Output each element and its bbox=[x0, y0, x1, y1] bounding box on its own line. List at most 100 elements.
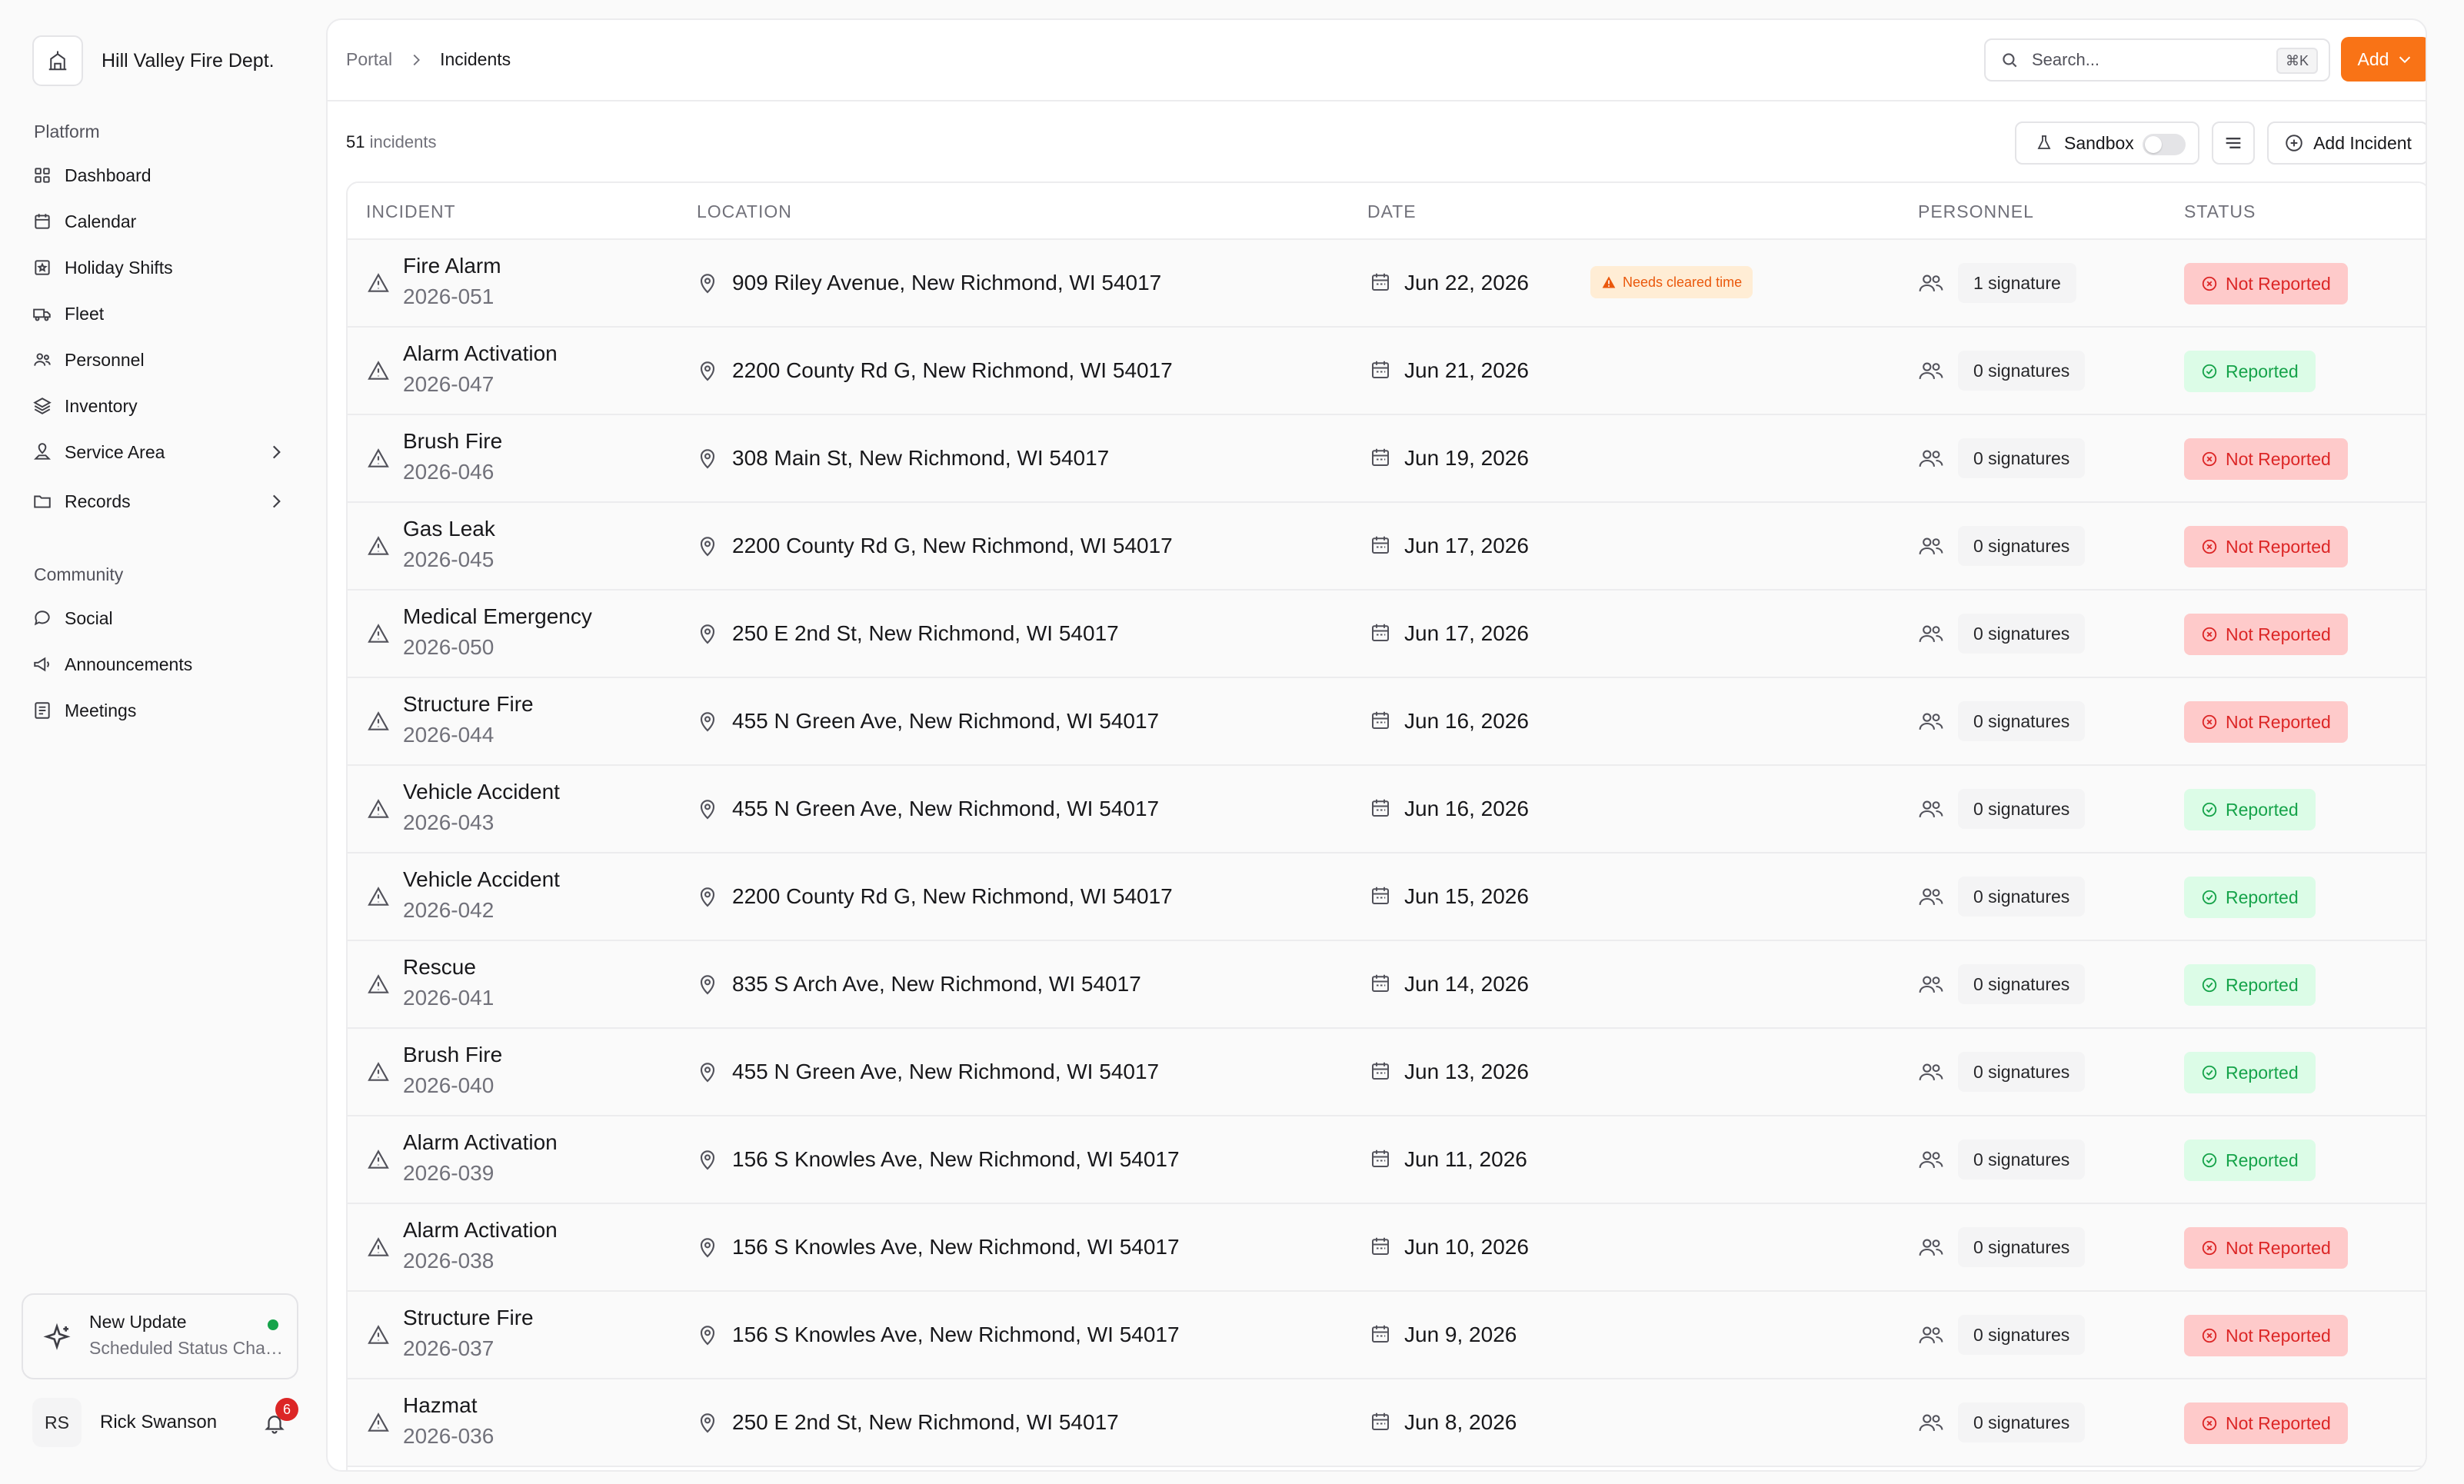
chevron-right-icon bbox=[413, 54, 421, 65]
user-profile[interactable]: RS Rick Swanson 6 bbox=[32, 1398, 301, 1447]
users-icon bbox=[1918, 360, 1944, 383]
table-row[interactable]: Structure Fire 2026-037 156 S Knowles Ave,… bbox=[348, 1292, 2426, 1379]
map-pin-icon bbox=[695, 621, 720, 646]
sidebar-item-meetings[interactable]: Meetings bbox=[32, 690, 291, 730]
incident-date: Jun 17, 2026 bbox=[1404, 621, 1529, 645]
add-incident-label: Add Incident bbox=[2313, 132, 2412, 153]
column-header-personnel[interactable]: PERSONNEL bbox=[1918, 201, 2034, 222]
sandbox-toggle[interactable]: Sandbox bbox=[2015, 121, 2199, 165]
map-pin-icon bbox=[695, 446, 720, 471]
search-box[interactable]: ⌘K bbox=[1984, 38, 2330, 82]
status-label: Not Reported bbox=[2226, 448, 2331, 469]
sandbox-switch[interactable] bbox=[2143, 134, 2186, 155]
sidebar-item-label: Personnel bbox=[65, 349, 145, 370]
filter-lines-icon bbox=[2226, 138, 2241, 148]
status-badge[interactable]: Reported bbox=[2184, 1140, 2316, 1181]
status-label: Not Reported bbox=[2226, 1325, 2331, 1346]
incident-number: 2026-045 bbox=[403, 547, 494, 571]
incident-date: Jun 14, 2026 bbox=[1404, 972, 1529, 996]
table-row[interactable]: Alarm Activation 2026-038 156 S Knowles Av… bbox=[348, 1204, 2426, 1292]
status-badge[interactable]: Reported bbox=[2184, 1052, 2316, 1093]
add-incident-button[interactable]: Add Incident bbox=[2267, 121, 2426, 165]
status-badge[interactable]: Not Reported bbox=[2184, 1315, 2348, 1356]
add-dropdown-button[interactable]: Add bbox=[2341, 37, 2426, 82]
sidebar-item-announcements[interactable]: Announcements bbox=[32, 644, 291, 684]
incident-location: 250 E 2nd St, New Richmond, WI 54017 bbox=[732, 1410, 1119, 1434]
status-badge[interactable]: Reported bbox=[2184, 351, 2316, 392]
grid-icon bbox=[35, 168, 50, 183]
filter-button[interactable] bbox=[2212, 121, 2255, 165]
status-badge[interactable]: Not Reported bbox=[2184, 1227, 2348, 1269]
table-row[interactable]: Gas Leak 2026-045 2200 County Rd G, New Ri… bbox=[348, 503, 2426, 591]
calendar-star-icon bbox=[35, 260, 50, 275]
sidebar-item-service-area[interactable]: Service Area bbox=[32, 432, 291, 472]
avatar: RS bbox=[32, 1398, 82, 1447]
table-row[interactable]: Structure Fire 2026-044 455 N Green Ave, N… bbox=[348, 678, 2426, 766]
check-circle-icon bbox=[2201, 363, 2218, 380]
sidebar-item-records[interactable]: Records bbox=[32, 481, 291, 521]
map-pin-icon bbox=[695, 534, 720, 558]
sidebar-item-calendar[interactable]: Calendar bbox=[32, 201, 291, 241]
status-badge[interactable]: Not Reported bbox=[2184, 438, 2348, 480]
search-input[interactable] bbox=[2032, 50, 2263, 70]
status-badge[interactable]: Reported bbox=[2184, 877, 2316, 918]
table-row[interactable]: Vehicle Accident 2026-042 2200 County Rd G… bbox=[348, 853, 2426, 941]
map-pin-icon bbox=[695, 1235, 720, 1259]
new-update-card[interactable]: New Update Scheduled Status Changes bbox=[22, 1293, 298, 1379]
status-badge[interactable]: Not Reported bbox=[2184, 1402, 2348, 1444]
sidebar-item-social[interactable]: Social bbox=[32, 598, 291, 638]
status-badge[interactable]: Reported bbox=[2184, 789, 2316, 830]
sidebar-item-label: Social bbox=[65, 607, 113, 628]
map-pin-icon bbox=[33, 443, 52, 460]
table-row[interactable]: Hazmat 2026-036 250 E 2nd St, New Richmond… bbox=[348, 1379, 2426, 1467]
users-icon bbox=[1918, 1236, 1944, 1259]
sidebar-item-dashboard[interactable]: Dashboard bbox=[32, 155, 291, 195]
users-icon bbox=[1918, 1412, 1944, 1435]
calendar-icon bbox=[1369, 1147, 1392, 1170]
org-brand[interactable]: Hill Valley Fire Dept. bbox=[32, 35, 275, 86]
status-label: Not Reported bbox=[2226, 536, 2331, 557]
top-header: Portal Incidents ⌘K Add bbox=[328, 20, 2426, 101]
sidebar-item-inventory[interactable]: Inventory bbox=[32, 386, 291, 426]
table-row[interactable]: Rescue 2026-041 835 S Arch Ave, New Richmo… bbox=[348, 941, 2426, 1029]
warning-triangle-icon bbox=[366, 534, 391, 558]
column-header-location[interactable]: LOCATION bbox=[697, 201, 792, 222]
table-row[interactable]: Fire Alarm 2026-051 909 Riley Avenue, New … bbox=[348, 240, 2426, 328]
column-header-date[interactable]: DATE bbox=[1367, 201, 1417, 222]
table-row[interactable]: Alarm Activation 2026-047 2200 County Rd G… bbox=[348, 328, 2426, 415]
signature-count-badge: 0 signatures bbox=[1958, 964, 2086, 1004]
sidebar-item-label: Calendar bbox=[65, 211, 137, 231]
breadcrumb-portal-link[interactable]: Portal bbox=[346, 49, 392, 70]
incident-date: Jun 13, 2026 bbox=[1404, 1060, 1529, 1083]
x-circle-icon bbox=[2201, 1415, 2218, 1432]
table-row[interactable]: Brush Fire 2026-040 455 N Green Ave, New R… bbox=[348, 1029, 2426, 1116]
status-badge[interactable]: Not Reported bbox=[2184, 526, 2348, 567]
users-icon bbox=[1918, 1149, 1944, 1172]
warning-triangle-icon bbox=[366, 1235, 391, 1259]
incident-name: Structure Fire bbox=[403, 1306, 534, 1329]
column-header-incident[interactable]: INCIDENT bbox=[366, 201, 456, 222]
table-row[interactable]: Brush Fire 2026-046 308 Main St, New Richm… bbox=[348, 415, 2426, 503]
sidebar-item-label: Inventory bbox=[65, 395, 138, 416]
incident-date: Jun 19, 2026 bbox=[1404, 446, 1529, 470]
incident-number: 2026-041 bbox=[403, 986, 494, 1010]
warning-triangle-icon bbox=[366, 1323, 391, 1347]
table-row[interactable]: Alarm Activation 2026-039 156 S Knowles Av… bbox=[348, 1116, 2426, 1204]
table-row[interactable]: Vehicle Accident 2026-043 455 N Green Ave,… bbox=[348, 766, 2426, 853]
incident-date: Jun 16, 2026 bbox=[1404, 709, 1529, 733]
sidebar-item-fleet[interactable]: Fleet bbox=[32, 294, 291, 334]
incident-date: Jun 17, 2026 bbox=[1404, 534, 1529, 557]
incident-date: Jun 9, 2026 bbox=[1404, 1323, 1517, 1346]
incident-date: Jun 21, 2026 bbox=[1404, 358, 1529, 382]
incident-name: Alarm Activation bbox=[403, 1218, 558, 1242]
column-header-status[interactable]: STATUS bbox=[2184, 201, 2256, 222]
sidebar-item-personnel[interactable]: Personnel bbox=[32, 340, 291, 380]
status-badge[interactable]: Not Reported bbox=[2184, 263, 2348, 304]
warning-triangle-icon bbox=[366, 884, 391, 909]
status-badge[interactable]: Not Reported bbox=[2184, 614, 2348, 655]
sidebar-item-holiday-shifts[interactable]: Holiday Shifts bbox=[32, 248, 291, 288]
status-badge[interactable]: Reported bbox=[2184, 964, 2316, 1006]
table-row[interactable]: Medical Emergency 2026-050 250 E 2nd St, N… bbox=[348, 591, 2426, 678]
status-badge[interactable]: Not Reported bbox=[2184, 701, 2348, 743]
platform-section-label: Platform bbox=[34, 121, 100, 141]
